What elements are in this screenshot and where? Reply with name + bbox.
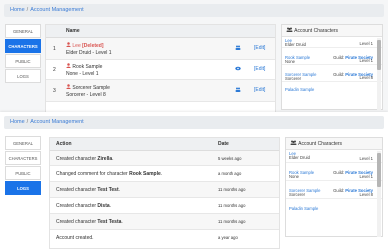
log-action: Created character Test Test. <box>56 187 121 193</box>
users-icon <box>290 140 297 145</box>
row-number: 1 <box>53 46 56 52</box>
character-subtitle: Elder Druid - Level 1 <box>66 50 112 56</box>
guild-label: Guild: <box>333 55 345 60</box>
char-level: Level 1 <box>359 41 373 46</box>
logs-table-header: Action Date <box>50 138 279 151</box>
logs-table: Action Date Created character Zirella. 5… <box>49 137 280 249</box>
table-row: Created character Test Testa. 11 months … <box>50 214 279 230</box>
breadcrumb: Home / Account Management <box>4 4 384 17</box>
scrollbar-thumb[interactable] <box>377 40 381 70</box>
char-level: Level 1 <box>359 174 373 179</box>
table-row[interactable]: 3 Sorcerer Sample Sorcerer - Level 8 [Ed… <box>46 80 275 102</box>
account-characters-card: Account Characters Lee Elder Druid Level… <box>285 137 383 237</box>
guild-label: Guild: <box>333 170 345 175</box>
table-row[interactable]: 2 Rook Sample None - Level 1 [Edit] <box>46 60 275 80</box>
eye-icon[interactable] <box>235 66 241 71</box>
log-date: a month ago <box>218 171 242 176</box>
character-subtitle: Sorcerer - Level 8 <box>66 92 106 98</box>
log-date: a year ago <box>218 235 238 240</box>
list-item[interactable]: Sorcerer Sample Sorcerer Guild: Pirate S… <box>282 71 382 82</box>
table-row: Account created. a year ago <box>50 230 279 246</box>
edit-link[interactable]: [Edit] <box>254 45 265 51</box>
log-action: Created character Dista. <box>56 203 112 209</box>
breadcrumb-separator: / <box>26 119 29 125</box>
breadcrumb-home-link[interactable]: Home <box>10 119 25 125</box>
log-date: 11 months ago <box>218 203 246 208</box>
characters-table-header: Name <box>46 25 275 38</box>
char-level: Level 1 <box>359 156 373 161</box>
group-icon <box>235 87 241 92</box>
log-action: Created character Zirella. <box>56 156 114 162</box>
char-level: Level 1 <box>359 58 373 63</box>
nav-general[interactable]: GENERAL <box>5 136 41 150</box>
sidenav: GENERAL CHARACTERS PUBLIC LOGS <box>5 24 41 84</box>
table-row: Changed comment for character Rook Sampl… <box>50 166 279 182</box>
list-item[interactable]: Paladin Sample <box>282 86 382 97</box>
log-date: 11 months ago <box>218 187 246 192</box>
characters-panel: Home / Account Management GENERAL CHARACTE… <box>0 0 388 120</box>
log-action: Created character Test Testa. <box>56 219 123 225</box>
list-item[interactable]: Paladin Sample <box>286 205 382 216</box>
char-level: Level 8 <box>359 192 373 197</box>
breadcrumb-separator: / <box>26 7 29 13</box>
logs-panel: Home / Account Management GENERAL CHARACTE… <box>0 112 388 250</box>
log-action: Account created. <box>56 235 94 241</box>
log-action: Changed comment for character Rook Sampl… <box>56 171 163 177</box>
breadcrumb-home-link[interactable]: Home <box>10 7 25 13</box>
nav-characters[interactable]: CHARACTERS <box>5 39 41 53</box>
edit-link[interactable]: [Edit] <box>254 66 265 72</box>
character-name[interactable]: Lee <box>72 43 80 49</box>
table-row: Created character Zirella. 5 weeks ago <box>50 151 279 166</box>
scrollbar[interactable] <box>377 38 381 110</box>
col-action-header: Action <box>56 141 72 147</box>
scrollbar-thumb[interactable] <box>377 153 381 187</box>
edit-link[interactable]: [Edit] <box>254 87 265 93</box>
log-date: 5 weeks ago <box>218 156 242 161</box>
card-title: Account Characters <box>298 141 343 147</box>
col-name-header: Name <box>66 28 80 34</box>
list-item[interactable]: Lee Elder Druid Level 1 <box>282 37 382 48</box>
breadcrumb-current: Account Management <box>30 7 84 13</box>
list-item[interactable]: Lee Elder Druid Level 1 <box>286 150 382 163</box>
row-number: 2 <box>53 67 56 73</box>
user-icon <box>66 84 71 89</box>
nav-public[interactable]: PUBLIC <box>5 54 41 68</box>
char-level: Level 8 <box>359 75 373 80</box>
table-row: Created character Test Test. 11 months a… <box>50 182 279 198</box>
characters-table: Name 1 Lee [Deleted] Elder Druid - Level… <box>45 24 276 114</box>
deleted-tag: [Deleted] <box>82 43 104 49</box>
user-deleted-icon <box>66 42 71 47</box>
list-item[interactable]: Sorcerer Sample Sorcerer Guild: Pirate S… <box>286 187 382 199</box>
breadcrumb-current: Account Management <box>30 119 84 125</box>
char-name[interactable]: Paladin Sample <box>289 205 382 211</box>
row-number: 3 <box>53 88 56 94</box>
nav-general[interactable]: GENERAL <box>5 24 41 38</box>
char-name[interactable]: Paladin Sample <box>285 86 382 92</box>
group-icon <box>235 45 241 50</box>
users-icon <box>286 27 293 32</box>
nav-characters[interactable]: CHARACTERS <box>5 151 41 165</box>
table-row[interactable]: 1 Lee [Deleted] Elder Druid - Level 1 [E… <box>46 38 275 60</box>
guild-label: Guild: <box>333 188 345 193</box>
user-icon <box>66 63 71 68</box>
account-characters-card: Account Characters Lee Elder Druid Level… <box>281 24 383 110</box>
nav-logs[interactable]: LOGS <box>5 69 41 83</box>
list-item[interactable]: Rook Sample None Guild: Pirate Society L… <box>282 54 382 65</box>
sidenav: GENERAL CHARACTERS PUBLIC LOGS <box>5 136 41 196</box>
table-row: Created character Dista. 11 months ago <box>50 198 279 214</box>
character-subtitle: None - Level 1 <box>66 71 99 77</box>
breadcrumb: Home / Account Management <box>4 116 384 129</box>
col-date-header: Date <box>218 141 229 147</box>
guild-label: Guild: <box>333 72 345 77</box>
list-item[interactable]: Rook Sample None Guild: Pirate Society L… <box>286 169 382 181</box>
character-name[interactable]: Sorcerer Sample <box>72 85 110 91</box>
nav-public[interactable]: PUBLIC <box>5 166 41 180</box>
nav-logs[interactable]: LOGS <box>5 181 41 195</box>
card-title: Account Characters <box>294 28 339 34</box>
character-name[interactable]: Rook Sample <box>72 64 102 70</box>
scrollbar[interactable] <box>377 151 381 237</box>
log-date: 11 months ago <box>218 219 246 224</box>
